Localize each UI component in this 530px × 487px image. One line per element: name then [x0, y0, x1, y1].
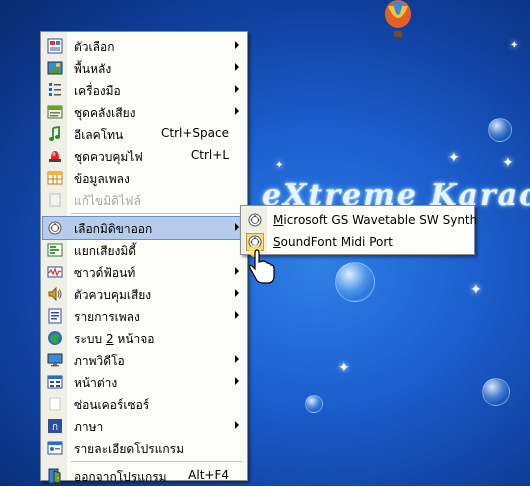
menu-item-18[interactable]: รายละเอียดโปรแกรม	[43, 437, 245, 459]
siren-light-icon	[47, 148, 63, 164]
menu-item-label: ข้อมูลเพลง	[74, 172, 130, 186]
menu-item-label: รายละเอียดโปรแกรม	[74, 442, 185, 456]
menu-item-shortcut: Alt+F4	[188, 468, 229, 482]
playlist-icon	[47, 308, 63, 324]
menu-item-14[interactable]: ภาพวิดีโอ	[43, 349, 245, 371]
options-icon	[47, 38, 63, 54]
bubble-decoration	[488, 118, 512, 142]
sparkle-icon: ✦	[502, 155, 514, 171]
submenu-arrow-icon	[235, 267, 239, 275]
bubble-decoration	[335, 262, 375, 302]
wallpaper-icon	[47, 60, 63, 76]
music-note-icon	[47, 125, 63, 142]
menu-item-label: แก้ไขมิดิไฟล์	[74, 194, 141, 208]
menu-item-1[interactable]: พื้นหลัง	[43, 57, 245, 79]
menu-item-17[interactable]: ก ภาษา	[43, 415, 245, 437]
about-icon	[47, 440, 63, 456]
menu-item-0[interactable]: ตัวเลือก	[43, 35, 245, 57]
menu-item-label: ชุดคลังเสียง	[74, 106, 136, 120]
menu-item-label: ภาพวิดีโอ	[74, 354, 125, 368]
submenu-arrow-icon	[235, 421, 239, 429]
menu-item-9[interactable]: แยกเสียงมิดี้	[43, 239, 245, 261]
menu-item-label: ภาษา	[74, 420, 104, 434]
menu-item-label: เลือกมิดิขาออก	[74, 222, 153, 236]
edit-midi-icon	[47, 192, 63, 208]
menu-item-label: พื้นหลัง	[74, 62, 112, 76]
submenu-item-1[interactable]: SoundFont Midi Port	[243, 231, 472, 253]
menu-item-label: ซาวด์ฟ้อนท์	[74, 266, 136, 280]
bubble-decoration	[482, 378, 510, 406]
menu-item-label: อีเลคโทน	[74, 128, 124, 142]
midi-port-icon	[47, 220, 63, 236]
submenu-item-label: Microsoft GS Wavetable SW Synth	[273, 213, 478, 227]
tools-icon	[47, 82, 63, 98]
menu-item-shortcut: Ctrl+Space	[161, 126, 229, 140]
menu-item-10[interactable]: ซาวด์ฟ้อนท์	[43, 261, 245, 283]
hand-cursor-icon	[249, 245, 275, 284]
soundfont-icon	[47, 264, 63, 280]
context-menu: ตัวเลือกพื้นหลังเครื่องมือชุดคลังเสียงอี…	[40, 31, 248, 484]
bubble-decoration	[305, 395, 323, 413]
menu-item-8[interactable]: เลือกมิดิขาออก	[42, 216, 246, 240]
sparkle-icon: ✦	[448, 150, 460, 166]
submenu-arrow-icon	[235, 223, 239, 231]
menu-item-19[interactable]: ออกจากโปรแกรม Alt+F4	[43, 465, 245, 487]
menu-item-11[interactable]: ตัวควบคุมเสียง	[43, 283, 245, 305]
submenu-item-label: SoundFont Midi Port	[273, 235, 393, 249]
menu-item-2[interactable]: เครื่องมือ	[43, 79, 245, 101]
menu-item-label: ตัวควบคุมเสียง	[74, 288, 152, 302]
submenu-arrow-icon	[235, 355, 239, 363]
menu-item-6[interactable]: ข้อมูลเพลง	[43, 167, 245, 189]
menu-item-label: ระบบ 2 หน้าจอ	[74, 332, 155, 346]
menu-item-label: ออกจากโปรแกรม	[74, 470, 167, 484]
sparkle-icon: ✦	[510, 40, 519, 51]
midi-split-icon	[47, 242, 63, 258]
menu-item-15[interactable]: หน้าต่าง	[43, 371, 245, 393]
blank-icon	[47, 396, 63, 412]
menu-item-5[interactable]: ชุดควบคุมไฟ Ctrl+L	[43, 145, 245, 167]
menu-item-3[interactable]: ชุดคลังเสียง	[43, 101, 245, 123]
midi-port-icon	[247, 212, 263, 228]
sparkle-icon: ✦	[275, 160, 284, 171]
sparkle-icon: ✦	[470, 282, 482, 298]
menu-item-label: เครื่องมือ	[74, 84, 121, 98]
language-icon: ก	[47, 418, 63, 434]
submenu-item-0[interactable]: Microsoft GS Wavetable SW Synth	[243, 209, 477, 231]
menu-item-7: แก้ไขมิดิไฟล์	[43, 189, 245, 211]
submenu-arrow-icon	[235, 377, 239, 385]
submenu-arrow-icon	[235, 63, 239, 71]
menu-separator	[71, 461, 243, 462]
menu-item-label: ชุดควบคุมไฟ	[74, 150, 143, 164]
menu-item-shortcut: Ctrl+L	[190, 148, 229, 162]
submenu-arrow-icon	[235, 41, 239, 49]
video-monitor-icon	[47, 352, 63, 368]
sparkle-icon: ✦	[338, 360, 350, 376]
sound-library-icon	[47, 104, 63, 120]
menu-separator	[71, 213, 243, 214]
window-grid-icon	[47, 374, 63, 390]
submenu-arrow-icon	[235, 85, 239, 93]
svg-text:ก: ก	[52, 422, 58, 433]
song-data-grid-icon	[47, 170, 63, 186]
exit-door-icon	[47, 468, 63, 484]
hot-air-balloon-icon	[385, 0, 411, 37]
submenu-arrow-icon	[235, 311, 239, 319]
menu-item-label: หน้าต่าง	[74, 376, 118, 390]
menu-item-12[interactable]: รายการเพลง	[43, 305, 245, 327]
menu-item-13[interactable]: ระบบ 2 หน้าจอ	[43, 327, 245, 349]
speaker-icon	[47, 286, 63, 302]
menu-item-label: รายการเพลง	[74, 310, 140, 324]
menu-item-16[interactable]: ซ่อนเคอร์เซอร์	[43, 393, 245, 415]
menu-item-label: แยกเสียงมิดี้	[74, 244, 137, 258]
menu-item-label: ซ่อนเคอร์เซอร์	[74, 398, 150, 412]
menu-item-label: ตัวเลือก	[74, 40, 115, 54]
menu-item-4[interactable]: อีเลคโทน Ctrl+Space	[43, 123, 245, 145]
submenu-arrow-icon	[235, 289, 239, 297]
submenu-arrow-icon	[235, 107, 239, 115]
dual-monitor-icon	[47, 330, 63, 346]
